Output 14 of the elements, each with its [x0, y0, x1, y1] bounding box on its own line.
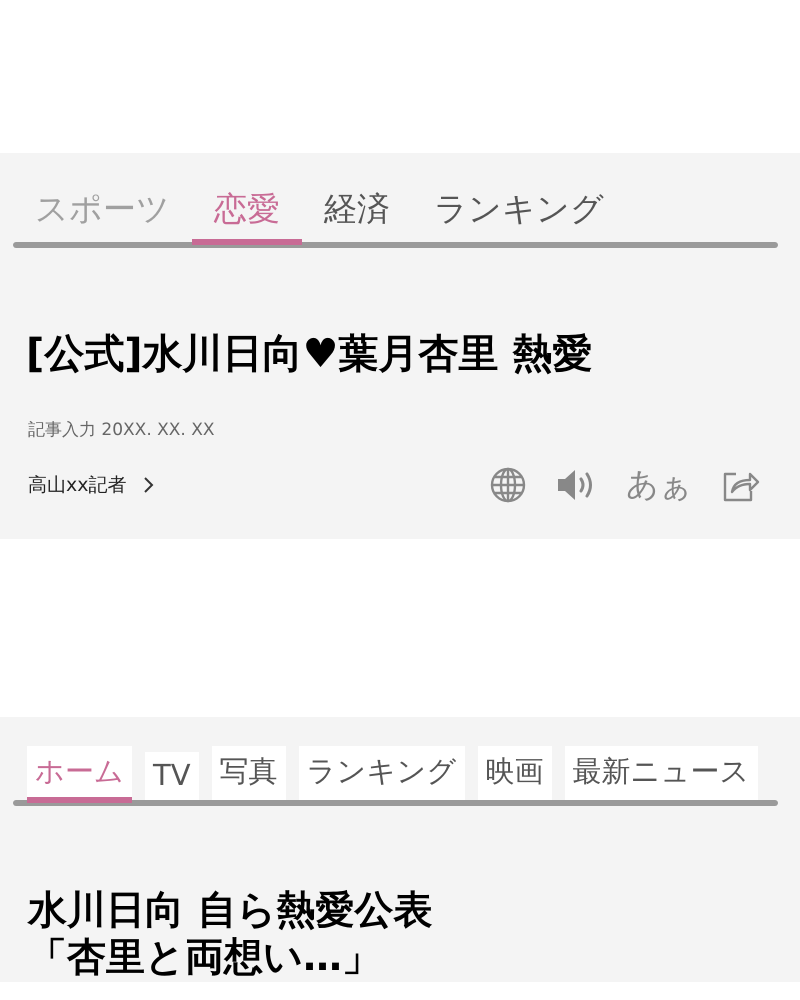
tab[interactable]: 経済 — [302, 187, 412, 242]
dateline: 記事入力 20XX. XX. XX — [27, 419, 216, 441]
tab[interactable]: ホーム — [27, 746, 132, 800]
article-headline: 水川日向 自ら熱愛公表 「杏里と両想い…」 — [26, 887, 434, 982]
chevron-right-icon — [142, 476, 154, 494]
tab[interactable]: 最新ニュース — [564, 746, 758, 800]
article-headline: [公式]水川日向♥葉月杏里 熱愛 — [25, 330, 594, 378]
tab[interactable]: 写真 — [212, 746, 286, 800]
tab[interactable]: ランキング — [298, 746, 465, 800]
tab[interactable]: 映画 — [478, 746, 552, 800]
author-link[interactable]: 高山xx記者 — [28, 472, 154, 498]
globe-icon[interactable] — [490, 467, 526, 503]
tab[interactable]: ランキング — [412, 187, 626, 242]
tab[interactable]: TV — [145, 752, 199, 800]
